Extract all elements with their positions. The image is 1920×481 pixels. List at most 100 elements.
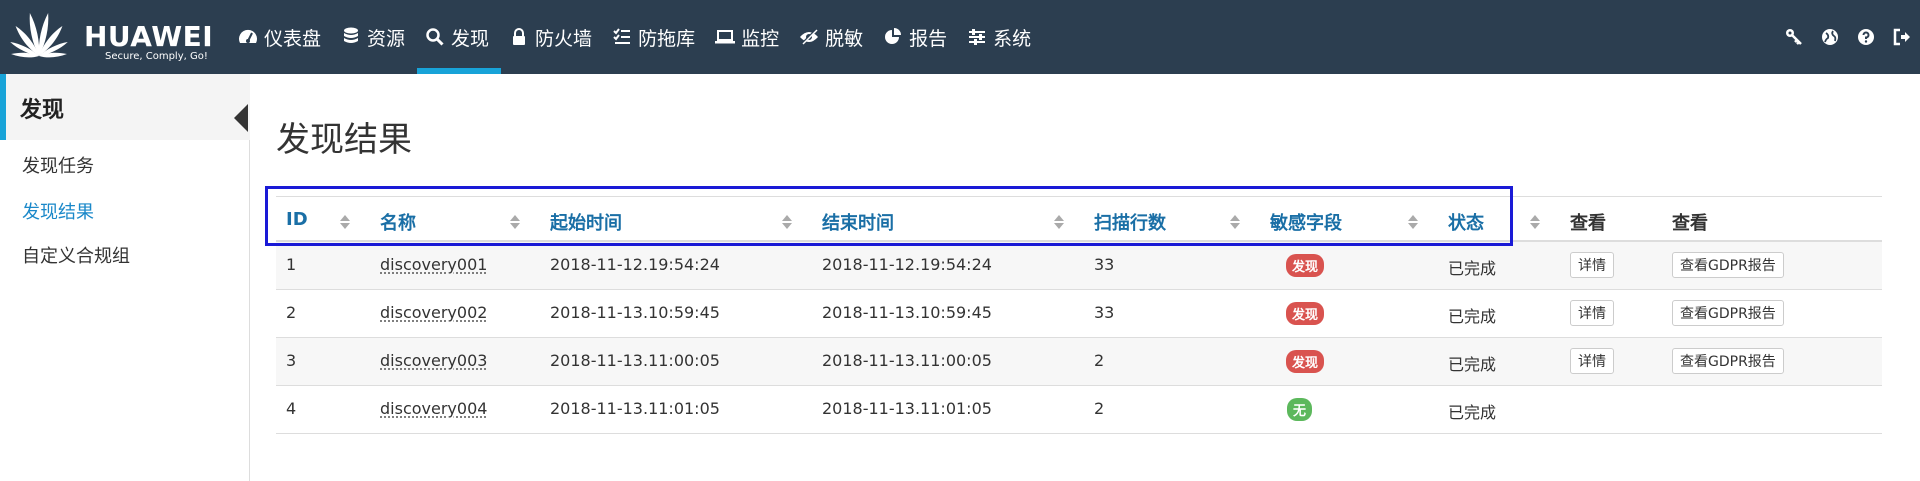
cell-scan-rows: 33 xyxy=(1094,303,1115,322)
sort-icon[interactable] xyxy=(340,215,350,229)
eye-slash-icon xyxy=(799,27,819,47)
nav-label: 系统 xyxy=(993,27,1032,50)
search-icon xyxy=(425,27,445,47)
sidebar-collapse-icon[interactable] xyxy=(234,104,248,132)
cell-start-time: 2018-11-13.11:01:05 xyxy=(550,399,720,418)
database-icon xyxy=(341,27,361,47)
cell-name-link[interactable]: discovery002 xyxy=(380,303,487,322)
sidebar-title: 发现 xyxy=(20,98,65,123)
nav-monitor[interactable]: 监控 xyxy=(707,0,791,74)
cell-name-link[interactable]: discovery003 xyxy=(380,351,487,370)
sensitive-found-badge: 发现 xyxy=(1286,302,1325,325)
globe-icon[interactable] xyxy=(1812,0,1848,74)
nav-label: 防火墙 xyxy=(535,27,593,50)
cell-start-time: 2018-11-13.11:00:05 xyxy=(550,351,720,370)
nav-dashboard[interactable]: 仪表盘 xyxy=(230,0,333,74)
cell-id: 4 xyxy=(286,399,297,418)
nav-anti-dump[interactable]: 防拖库 xyxy=(604,0,707,74)
list-check-icon xyxy=(612,27,632,47)
sidebar-item-custom-compliance-group[interactable]: 自定义合规组 xyxy=(22,242,130,268)
cell-status: 已完成 xyxy=(1448,403,1497,422)
sidebar: 发现 发现任务 发现结果 自定义合规组 xyxy=(0,74,250,481)
nav-label: 防拖库 xyxy=(638,27,696,50)
table-row: 3 discovery003 2018-11-13.11:00:05 2018-… xyxy=(276,338,1882,386)
table-row: 1 discovery001 2018-11-12.19:54:24 2018-… xyxy=(276,242,1882,290)
cell-scan-rows: 2 xyxy=(1094,399,1105,418)
sliders-icon xyxy=(967,27,987,47)
column-header-view-report: 查看 xyxy=(1672,213,1708,234)
nav-label: 报告 xyxy=(909,27,948,50)
cell-id: 1 xyxy=(286,255,297,274)
nav-label: 仪表盘 xyxy=(264,27,322,50)
cell-status: 已完成 xyxy=(1448,307,1497,326)
help-icon[interactable] xyxy=(1848,0,1884,74)
huawei-flower-icon xyxy=(10,12,68,58)
sensitive-none-badge: 无 xyxy=(1287,398,1313,421)
pie-chart-icon xyxy=(883,27,903,47)
cell-scan-rows: 33 xyxy=(1094,255,1115,274)
column-header-end-time[interactable]: 结束时间 xyxy=(822,209,894,235)
column-header-name[interactable]: 名称 xyxy=(380,209,416,235)
cell-name-link[interactable]: discovery004 xyxy=(380,399,487,418)
cell-start-time: 2018-11-13.10:59:45 xyxy=(550,303,720,322)
huawei-logo[interactable]: HUAWEI Secure, Comply, Go! xyxy=(4,6,213,66)
sort-icon[interactable] xyxy=(1054,215,1064,229)
cell-end-time: 2018-11-13.11:01:05 xyxy=(822,399,992,418)
cell-end-time: 2018-11-13.10:59:45 xyxy=(822,303,992,322)
dashboard-icon xyxy=(238,27,258,47)
top-navbar: HUAWEI Secure, Comply, Go! 仪表盘 资源 发现 防火墙… xyxy=(0,0,1920,74)
cell-end-time: 2018-11-13.11:00:05 xyxy=(822,351,992,370)
logout-icon[interactable] xyxy=(1884,0,1920,74)
sidebar-header: 发现 xyxy=(0,74,250,140)
sidebar-item-discovery-tasks[interactable]: 发现任务 xyxy=(22,152,94,178)
nav-tools xyxy=(1776,0,1920,74)
sensitive-found-badge: 发现 xyxy=(1286,350,1325,373)
column-header-scan-rows[interactable]: 扫描行数 xyxy=(1094,209,1166,235)
nav-label: 发现 xyxy=(451,27,490,50)
nav-system[interactable]: 系统 xyxy=(959,0,1043,74)
detail-button[interactable]: 详情 xyxy=(1570,348,1614,374)
table-header: ID 名称 起始时间 结束时间 扫描行数 敏感字段 状态 查看 查看 xyxy=(276,196,1882,242)
cell-end-time: 2018-11-12.19:54:24 xyxy=(822,255,992,274)
laptop-icon xyxy=(715,27,736,47)
sensitive-found-badge: 发现 xyxy=(1286,254,1325,277)
lock-icon xyxy=(509,27,529,47)
gdpr-report-button[interactable]: 查看GDPR报告 xyxy=(1672,348,1784,374)
main-nav: 仪表盘 资源 发现 防火墙 防拖库 监控 脱敏 报告 系统 xyxy=(230,0,1043,74)
page-title: 发现结果 xyxy=(276,120,412,160)
nav-label: 资源 xyxy=(367,27,406,50)
cell-scan-rows: 2 xyxy=(1094,351,1105,370)
sort-icon[interactable] xyxy=(510,215,520,229)
table-row: 4 discovery004 2018-11-13.11:01:05 2018-… xyxy=(276,386,1882,434)
key-icon[interactable] xyxy=(1776,0,1812,74)
column-header-id[interactable]: ID xyxy=(286,209,308,230)
cell-start-time: 2018-11-12.19:54:24 xyxy=(550,255,720,274)
nav-masking[interactable]: 脱敏 xyxy=(791,0,875,74)
cell-status: 已完成 xyxy=(1448,355,1497,374)
column-header-start-time[interactable]: 起始时间 xyxy=(550,209,622,235)
cell-id: 2 xyxy=(286,303,297,322)
nav-resources[interactable]: 资源 xyxy=(333,0,417,74)
sort-icon[interactable] xyxy=(1408,215,1418,229)
sort-icon[interactable] xyxy=(782,215,792,229)
detail-button[interactable]: 详情 xyxy=(1570,252,1614,278)
sidebar-item-discovery-results[interactable]: 发现结果 xyxy=(22,198,94,224)
cell-name-link[interactable]: discovery001 xyxy=(380,255,487,274)
column-header-status[interactable]: 状态 xyxy=(1448,209,1484,235)
column-header-sensitive-fields[interactable]: 敏感字段 xyxy=(1270,209,1342,235)
cell-id: 3 xyxy=(286,351,297,370)
detail-button[interactable]: 详情 xyxy=(1570,300,1614,326)
nav-label: 监控 xyxy=(741,27,780,50)
column-header-view-detail: 查看 xyxy=(1570,213,1606,234)
brand-tagline: Secure, Comply, Go! xyxy=(105,51,208,62)
table-row: 2 discovery002 2018-11-13.10:59:45 2018-… xyxy=(276,290,1882,338)
sort-icon[interactable] xyxy=(1530,215,1540,229)
gdpr-report-button[interactable]: 查看GDPR报告 xyxy=(1672,252,1784,278)
nav-reports[interactable]: 报告 xyxy=(875,0,959,74)
nav-discovery[interactable]: 发现 xyxy=(417,0,502,74)
brand-name: HUAWEI xyxy=(84,20,214,53)
nav-label: 脱敏 xyxy=(825,27,864,50)
sort-icon[interactable] xyxy=(1230,215,1240,229)
gdpr-report-button[interactable]: 查看GDPR报告 xyxy=(1672,300,1784,326)
nav-firewall[interactable]: 防火墙 xyxy=(501,0,604,74)
